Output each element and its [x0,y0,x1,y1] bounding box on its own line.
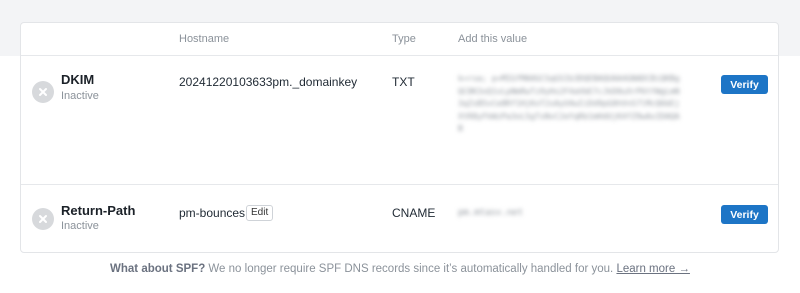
x-circle-icon [32,81,54,103]
table-row-dkim: DKIM Inactive 20241220103633pm._domainke… [21,56,778,185]
record-status: Inactive [61,220,99,232]
column-header-hostname: Hostname [179,33,230,45]
verify-button-dkim[interactable]: Verify [721,75,768,94]
spf-note-text: We no longer require SPF DNS records sin… [205,263,617,275]
edit-hostname-button[interactable]: Edit [246,205,274,221]
record-type: TXT [392,75,415,89]
column-header-value: Add this value [458,33,528,45]
column-header-type: Type [392,33,416,45]
table-row-return-path: Return-Path Inactive pm-bounces Edit CNA… [21,185,778,253]
spf-note: What about SPF? We no longer require SPF… [0,263,800,275]
verify-button-return-path[interactable]: Verify [721,205,768,224]
record-type: CNAME [392,206,436,220]
x-circle-icon [32,208,54,230]
record-hostname: pm-bounces [179,206,246,220]
record-name: Return-Path [61,203,136,218]
record-name: DKIM [61,72,95,87]
record-status: Inactive [61,90,99,102]
table-header: Hostname Type Add this value [21,23,778,56]
record-hostname: 20241220103633pm._domainkey [179,75,358,89]
dns-records-table: Hostname Type Add this value DKIM Inacti… [20,22,779,253]
record-value-blurred: pm.mtasv.net [458,208,524,218]
spf-question: What about SPF? [110,263,206,275]
learn-more-link[interactable]: Learn more → [616,263,690,275]
record-value-blurred: k=rsa; p=MIGfMA0GCSqGSIb3DQEBAQUAA4GNADC… [458,74,680,134]
